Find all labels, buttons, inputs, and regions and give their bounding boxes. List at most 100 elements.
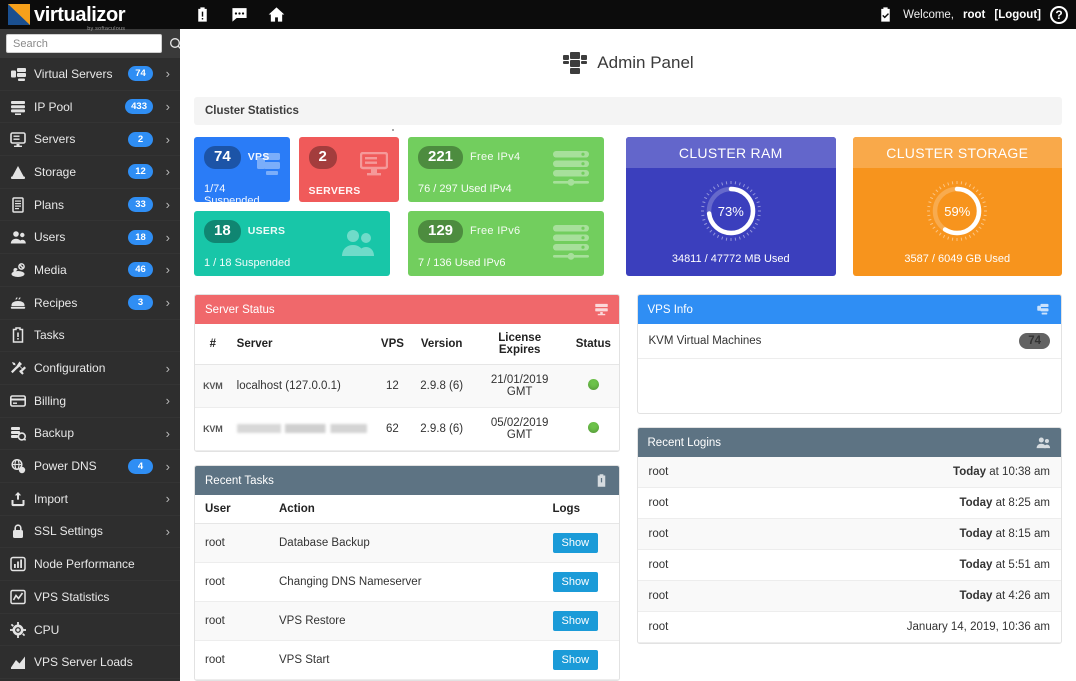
clipboard-icon[interactable] <box>594 473 609 488</box>
recent-tasks-table: UserActionLogs rootDatabase BackupShowro… <box>195 495 619 680</box>
table-row: rootChanging DNS NameserverShow <box>195 563 619 602</box>
sidebar-item-media[interactable]: Media46› <box>0 254 180 287</box>
clipboard-check-icon[interactable] <box>877 6 894 23</box>
billing-icon <box>9 392 26 409</box>
sliders-icon <box>551 149 591 187</box>
sidebar-item-label: VPS Server Loads <box>34 655 153 669</box>
sidebar-item-plans[interactable]: Plans33› <box>0 189 180 222</box>
vps-count: 74 <box>204 146 241 169</box>
sidebar-item-cpu[interactable]: CPU› <box>0 614 180 647</box>
redacted-server-name <box>237 424 367 433</box>
sidebar-item-node-performance[interactable]: Node Performance› <box>0 548 180 581</box>
recent-tasks-header: Recent Tasks <box>195 466 619 495</box>
page-title-text: Admin Panel <box>597 53 693 73</box>
stat-card-servers[interactable]: 2 SERVERS <box>299 137 399 202</box>
table-row[interactable]: KVM622.9.8 (6)05/02/2019 GMT <box>195 408 619 451</box>
sidebar-item-badge: 33 <box>128 197 153 212</box>
cluster-storage-card[interactable]: CLUSTER STORAGE 59% 3587 / 6049 GB Used <box>853 137 1063 276</box>
servers-stack-icon <box>9 65 26 82</box>
username-label: root <box>963 9 985 21</box>
search-icon[interactable] <box>168 35 180 53</box>
chevron-right-icon: › <box>161 263 170 276</box>
task-action: Database Backup <box>273 524 547 563</box>
table-row[interactable]: KVMlocalhost (127.0.0.1)122.9.8 (6)21/01… <box>195 365 619 408</box>
show-logs-button[interactable]: Show <box>553 572 599 592</box>
stat-card-ipv6[interactable]: 129 Free IPv6 7 / 136 Used IPv6 <box>408 211 604 276</box>
sidebar-item-users[interactable]: Users18› <box>0 221 180 254</box>
list-item: rootJanuary 14, 2019, 10:36 am <box>638 612 1062 643</box>
sidebar-item-virtual-servers[interactable]: Virtual Servers74› <box>0 58 180 91</box>
list-item[interactable]: KVM Virtual Machines74 <box>638 324 1062 359</box>
server-type: KVM <box>195 365 231 408</box>
sidebar-item-servers[interactable]: Servers2› <box>0 123 180 156</box>
vps-info-header: VPS Info <box>638 295 1062 324</box>
chevron-right-icon: › <box>161 460 170 473</box>
show-logs-button[interactable]: Show <box>553 611 599 631</box>
server-version: 2.9.8 (6) <box>412 408 471 451</box>
vps-suspended: 1/74 Suspended <box>204 183 280 202</box>
login-user: root <box>649 497 669 509</box>
vps-info-title: VPS Info <box>648 304 693 316</box>
task-logs-cell: Show <box>547 524 619 563</box>
sidebar-item-ssl-settings[interactable]: SSL Settings› <box>0 516 180 549</box>
login-user: root <box>649 590 669 602</box>
sidebar-item-import[interactable]: Import› <box>0 483 180 516</box>
sidebar-item-vps-statistics[interactable]: VPS Statistics› <box>0 581 180 614</box>
server-status-column-header: VPS <box>373 324 413 365</box>
sidebar-item-recipes[interactable]: Recipes3› <box>0 287 180 320</box>
vps-icon <box>1036 302 1051 317</box>
users-suspended: 1 / 18 Suspended <box>204 257 380 269</box>
cluster-ram-card[interactable]: CLUSTER RAM 73% 34811 / 47772 MB Used <box>626 137 836 276</box>
help-icon[interactable]: ? <box>1050 6 1068 24</box>
stat-card-ipv4[interactable]: 221 Free IPv4 76 / 297 Used IPv4 <box>408 137 604 202</box>
top-bar: virtualizorby softaculous Welcome, root … <box>0 0 1076 29</box>
home-icon[interactable] <box>268 6 285 23</box>
server-type: KVM <box>195 408 231 451</box>
servers-stack-icon <box>254 151 286 177</box>
show-logs-button[interactable]: Show <box>553 650 599 670</box>
sidebar-item-vps-server-loads[interactable]: VPS Server Loads› <box>0 646 180 679</box>
server-icon <box>360 152 388 176</box>
server-license-expiry: 05/02/2019 GMT <box>471 408 568 451</box>
list-item: rootToday at 8:15 am <box>638 519 1062 550</box>
clipboard-alert-icon[interactable] <box>194 6 211 23</box>
server-vps-count: 12 <box>373 365 413 408</box>
sidebar-item-billing[interactable]: Billing› <box>0 385 180 418</box>
cluster-ram-percent: 73% <box>718 204 744 219</box>
backup-icon <box>9 425 26 442</box>
search-input[interactable] <box>6 34 162 53</box>
show-logs-button[interactable]: Show <box>553 533 599 553</box>
sidebar: Virtual Servers74›IP Pool433›Servers2›St… <box>0 29 180 681</box>
logout-link[interactable]: [Logout] <box>994 9 1041 21</box>
stat-card-vps[interactable]: 74 VPS 1/74 Suspended <box>194 137 290 202</box>
server-status-indicator <box>568 365 618 408</box>
login-day: Today <box>959 528 992 540</box>
cluster-ram-title: CLUSTER RAM <box>626 137 836 168</box>
sidebar-item-storage[interactable]: Storage12› <box>0 156 180 189</box>
sidebar-item-backup[interactable]: Backup› <box>0 418 180 451</box>
chevron-right-icon: › <box>161 165 170 178</box>
task-action: VPS Start <box>273 641 547 680</box>
sidebar-item-ip-pool[interactable]: IP Pool433› <box>0 91 180 124</box>
vps-statistics-icon <box>9 588 26 605</box>
task-user: root <box>195 602 273 641</box>
chat-icon[interactable] <box>231 6 248 23</box>
sidebar-item-power-dns[interactable]: Power DNS4› <box>0 450 180 483</box>
ipv6-label: Free IPv6 <box>470 225 520 237</box>
chevron-right-icon: › <box>161 296 170 309</box>
sidebar-item-configuration[interactable]: Configuration› <box>0 352 180 385</box>
task-user: root <box>195 524 273 563</box>
page-title: Admin Panel <box>180 29 1076 97</box>
brand-logo[interactable]: virtualizorby softaculous <box>0 0 180 29</box>
chevron-right-icon: › <box>161 362 170 375</box>
chevron-right-icon: › <box>161 231 170 244</box>
sidebar-item-tasks[interactable]: Tasks› <box>0 320 180 353</box>
media-icon <box>9 261 26 278</box>
vps-info-panel: VPS Info KVM Virtual Machines74 <box>637 294 1063 414</box>
users-icon <box>340 227 376 257</box>
sidebar-item-label: Virtual Servers <box>34 67 120 81</box>
chevron-right-icon: › <box>161 100 170 113</box>
stat-card-users[interactable]: 18 USERS 1 / 18 Suspended <box>194 211 390 276</box>
recent-logins-panel: Recent Logins rootToday at 10:38 amrootT… <box>637 427 1063 644</box>
sidebar-item-label: Servers <box>34 132 120 146</box>
